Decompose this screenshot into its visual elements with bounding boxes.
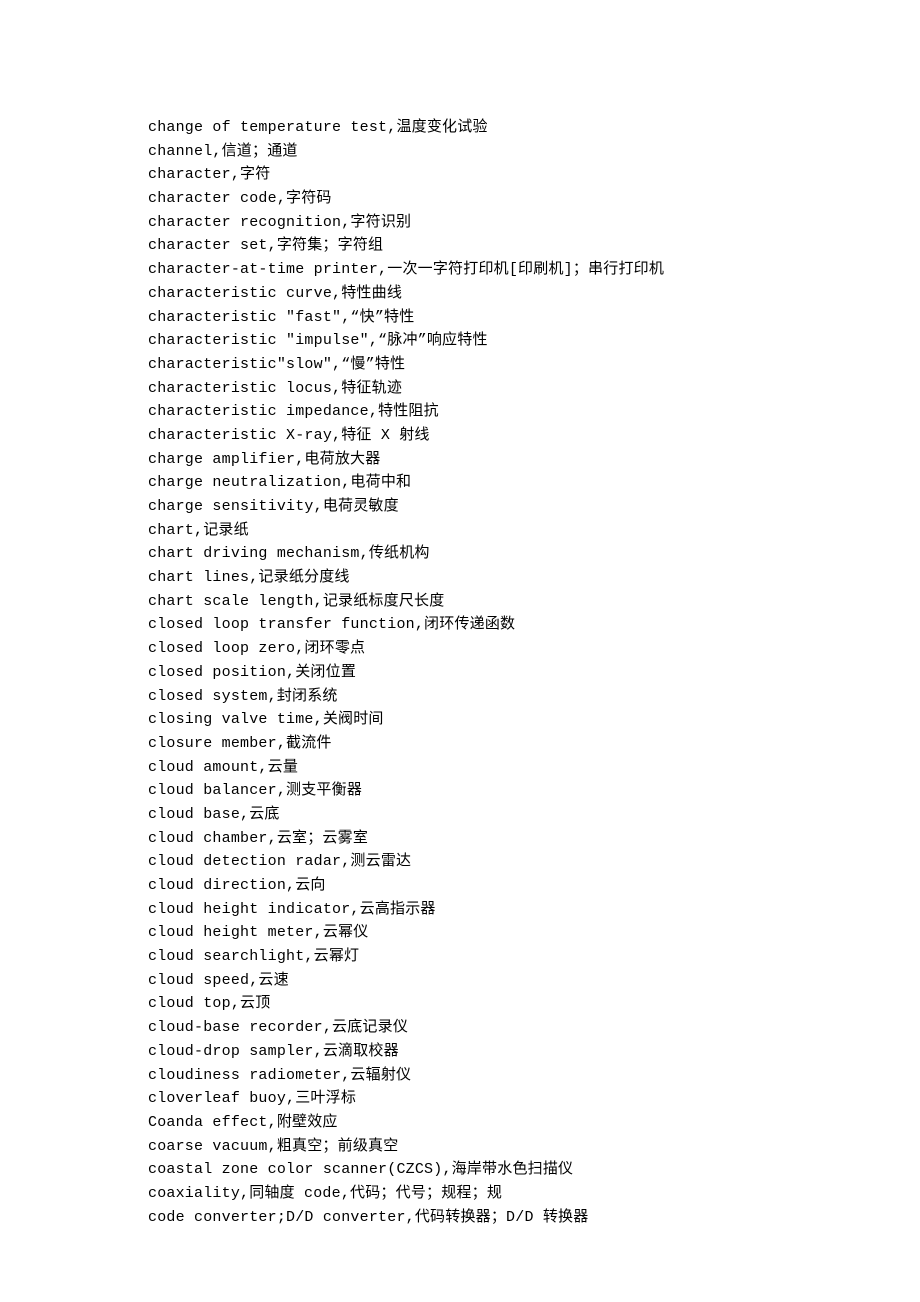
glossary-entry: closed position,关闭位置 [148,661,920,685]
glossary-entry: character code,字符码 [148,187,920,211]
glossary-entry: cloud balancer,测支平衡器 [148,779,920,803]
glossary-entry: character set,字符集；字符组 [148,234,920,258]
glossary-entry: characteristic impedance,特性阻抗 [148,400,920,424]
glossary-entry: chart lines,记录纸分度线 [148,566,920,590]
glossary-entry: charge amplifier,电荷放大器 [148,448,920,472]
glossary-entry: cloud direction,云向 [148,874,920,898]
glossary-entry: change of temperature test,温度变化试验 [148,116,920,140]
document-page: change of temperature test,温度变化试验channel… [0,0,920,1229]
glossary-entry: closing valve time,关阀时间 [148,708,920,732]
glossary-entry: cloud chamber,云室；云雾室 [148,827,920,851]
glossary-entry: characteristic locus,特征轨迹 [148,377,920,401]
glossary-entry: characteristic"slow",“慢”特性 [148,353,920,377]
glossary-entry: cloud height indicator,云高指示器 [148,898,920,922]
glossary-entry: coaxiality,同轴度 code,代码；代号；规程；规 [148,1182,920,1206]
glossary-entry: closure member,截流件 [148,732,920,756]
glossary-entry: chart,记录纸 [148,519,920,543]
glossary-entry: cloud speed,云速 [148,969,920,993]
glossary-entry: character,字符 [148,163,920,187]
glossary-entry: charge neutralization,电荷中和 [148,471,920,495]
glossary-entry: closed loop transfer function,闭环传递函数 [148,613,920,637]
glossary-entry: characteristic "fast",“快”特性 [148,306,920,330]
glossary-entry: characteristic curve,特性曲线 [148,282,920,306]
glossary-entry: coarse vacuum,粗真空；前级真空 [148,1135,920,1159]
glossary-entry: cloverleaf buoy,三叶浮标 [148,1087,920,1111]
glossary-entry: channel,信道；通道 [148,140,920,164]
glossary-entry: characteristic X-ray,特征 X 射线 [148,424,920,448]
glossary-entry: cloud amount,云量 [148,756,920,780]
glossary-entry: closed loop zero,闭环零点 [148,637,920,661]
glossary-entry: chart scale length,记录纸标度尺长度 [148,590,920,614]
glossary-entry: character-at-time printer,一次一字符打印机[印刷机]；… [148,258,920,282]
glossary-entry: cloud height meter,云幂仪 [148,921,920,945]
glossary-entry: cloud base,云底 [148,803,920,827]
glossary-entry: character recognition,字符识别 [148,211,920,235]
glossary-entry: cloud top,云顶 [148,992,920,1016]
glossary-entry: cloudiness radiometer,云辐射仪 [148,1064,920,1088]
glossary-entry: cloud-drop sampler,云滴取校器 [148,1040,920,1064]
glossary-entry: characteristic "impulse",“脉冲”响应特性 [148,329,920,353]
glossary-entry: closed system,封闭系统 [148,685,920,709]
glossary-entry: charge sensitivity,电荷灵敏度 [148,495,920,519]
glossary-entry: cloud-base recorder,云底记录仪 [148,1016,920,1040]
glossary-entry: cloud searchlight,云幂灯 [148,945,920,969]
glossary-entry: code converter;D/D converter,代码转换器；D/D 转… [148,1206,920,1230]
glossary-entry: chart driving mechanism,传纸机构 [148,542,920,566]
glossary-entry: cloud detection radar,测云雷达 [148,850,920,874]
glossary-entry: coastal zone color scanner(CZCS),海岸带水色扫描… [148,1158,920,1182]
glossary-entry: Coanda effect,附壁效应 [148,1111,920,1135]
